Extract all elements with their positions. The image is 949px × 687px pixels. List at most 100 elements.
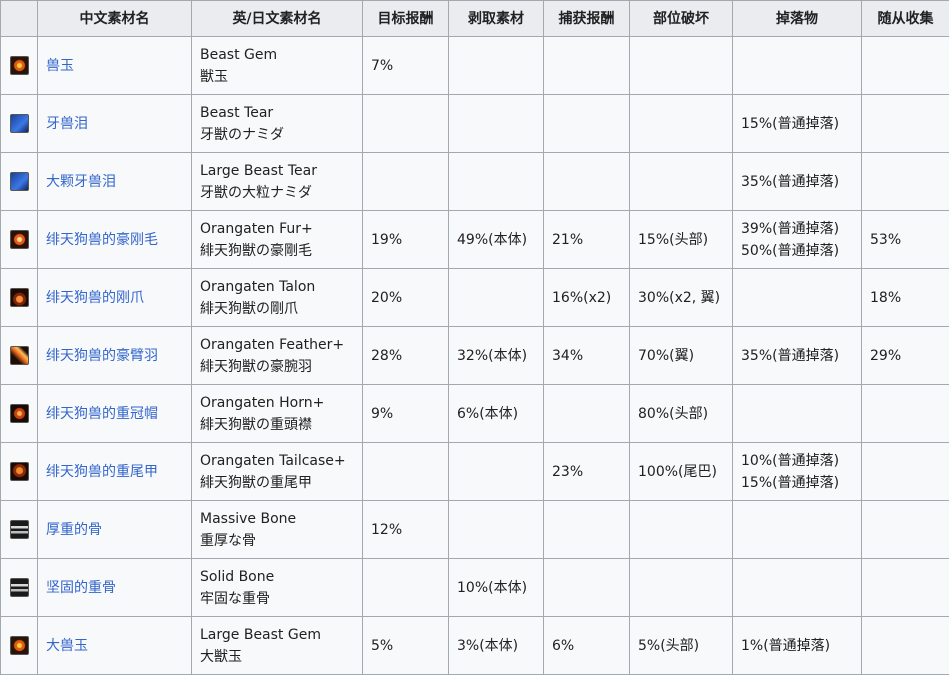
header-capture: 捕获报酬 [543,0,630,37]
material-icon-cell [0,152,38,211]
gem-icon[interactable] [9,56,29,75]
japanese-name: 緋天狗獣の豪腕羽 [200,358,312,375]
break-cell: 70%(翼) [629,326,733,385]
capture-cell [543,500,630,559]
target-reward-cell: 19% [362,210,449,269]
material-icon-cell [0,36,38,95]
feather-icon[interactable] [9,346,29,365]
horn-icon[interactable] [9,404,29,423]
capture-cell: 6% [543,616,630,675]
material-link[interactable]: 兽玉 [46,58,74,74]
material-link[interactable]: 厚重的骨 [46,522,102,538]
material-icon-cell [0,500,38,559]
table-row: 大颗牙兽泪 Large Beast Tear 牙獣の大粒ナミダ 35%(普通掉落) [0,152,949,211]
tear-icon[interactable] [9,172,29,191]
en-jp-name-cell: Orangaten Talon 緋天狗獣の剛爪 [191,268,363,327]
palico-cell [861,152,949,211]
target-reward-cell: 7% [362,36,449,95]
palico-cell: 29% [861,326,949,385]
palico-cell [861,616,949,675]
material-icon-cell [0,558,38,617]
table-row: 绯天狗兽的豪刚毛 Orangaten Fur+ 緋天狗獣の豪剛毛 19% 49%(本体)… [0,210,949,269]
japanese-name: 牙獣の大粒ナミダ [200,184,312,201]
material-link[interactable]: 大颗牙兽泪 [46,174,116,190]
header-drop: 掉落物 [732,0,862,37]
target-reward-cell [362,94,449,153]
palico-cell [861,384,949,443]
target-reward-cell: 9% [362,384,449,443]
material-link[interactable]: 大兽玉 [46,638,88,654]
drop-value: 1%(普通掉落) [741,637,831,654]
carve-cell: 3%(本体) [448,616,544,675]
material-icon-cell [0,384,38,443]
carve-cell [448,94,544,153]
tailcase-icon[interactable] [9,462,29,481]
material-link[interactable]: 绯天狗兽的刚爪 [46,290,144,306]
break-cell: 15%(头部) [629,210,733,269]
palico-cell: 53% [861,210,949,269]
cn-name-cell: 坚固的重骨 [37,558,192,617]
material-icon-cell [0,616,38,675]
en-jp-name-cell: Massive Bone 重厚な骨 [191,500,363,559]
material-link[interactable]: 绯天狗兽的重冠帽 [46,406,158,422]
drop-value: 35%(普通掉落) [741,347,840,364]
bone-icon[interactable] [9,520,29,539]
japanese-name: 牢固な重骨 [200,590,270,607]
japanese-name: 緋天狗獣の重頭襟 [200,416,312,433]
carve-cell [448,500,544,559]
capture-cell [543,384,630,443]
en-jp-name-cell: Beast Tear 牙獣のナミダ [191,94,363,153]
material-link[interactable]: 绯天狗兽的豪臂羽 [46,348,158,364]
japanese-name: 重厚な骨 [200,532,256,549]
drop-cell [732,500,862,559]
en-jp-name-cell: Large Beast Tear 牙獣の大粒ナミダ [191,152,363,211]
bone-icon[interactable] [9,578,29,597]
english-name: Large Beast Tear [200,162,317,179]
english-name: Large Beast Gem [200,626,321,643]
table-row: 坚固的重骨 Solid Bone 牢固な重骨 10%(本体) [0,558,949,617]
cn-name-cell: 大颗牙兽泪 [37,152,192,211]
gem-icon[interactable] [9,636,29,655]
header-icon [0,0,38,37]
drop-cell [732,558,862,617]
target-reward-cell [362,152,449,211]
material-icon-cell [0,210,38,269]
table-row: 绯天狗兽的重冠帽 Orangaten Horn+ 緋天狗獣の重頭襟 9% 6%(本体) 8… [0,384,949,443]
capture-cell: 16%(x2) [543,268,630,327]
header-target-reward: 目标报酬 [362,0,449,37]
material-link[interactable]: 牙兽泪 [46,116,88,132]
claw-icon[interactable] [9,288,29,307]
japanese-name: 牙獣のナミダ [200,126,284,143]
cn-name-cell: 绯天狗兽的刚爪 [37,268,192,327]
table-row: 绯天狗兽的刚爪 Orangaten Talon 緋天狗獣の剛爪 20% 16%(x2) 3… [0,268,949,327]
cn-name-cell: 兽玉 [37,36,192,95]
material-icon-cell [0,268,38,327]
en-jp-name-cell: Orangaten Tailcase+ 緋天狗獣の重尾甲 [191,442,363,501]
material-link[interactable]: 绯天狗兽的重尾甲 [46,464,158,480]
japanese-name: 緋天狗獣の豪剛毛 [200,242,312,259]
english-name: Beast Gem [200,46,278,63]
carve-cell: 32%(本体) [448,326,544,385]
break-cell [629,152,733,211]
break-cell [629,36,733,95]
drop-cell: 10%(普通掉落) 15%(普通掉落) [732,442,862,501]
drop-value: 15%(普通掉落) [741,115,840,132]
drop-value: 50%(普通掉落) [741,242,840,259]
drop-value: 15%(普通掉落) [741,474,840,491]
palico-cell: 18% [861,268,949,327]
palico-cell [861,500,949,559]
tear-icon[interactable] [9,114,29,133]
en-jp-name-cell: Orangaten Horn+ 緋天狗獣の重頭襟 [191,384,363,443]
cn-name-cell: 绯天狗兽的重冠帽 [37,384,192,443]
fur-icon[interactable] [9,230,29,249]
cn-name-cell: 绯天狗兽的重尾甲 [37,442,192,501]
break-cell [629,558,733,617]
drop-cell: 39%(普通掉落) 50%(普通掉落) [732,210,862,269]
table-body: 兽玉 Beast Gem 獣玉 7% 牙兽泪 Beast Tear 牙獣のナミダ 15%(普通… [0,36,949,675]
table-row: 牙兽泪 Beast Tear 牙獣のナミダ 15%(普通掉落) [0,94,949,153]
capture-cell [543,36,630,95]
material-link[interactable]: 坚固的重骨 [46,580,116,596]
material-link[interactable]: 绯天狗兽的豪刚毛 [46,232,158,248]
target-reward-cell: 20% [362,268,449,327]
materials-table: 中文素材名 英/日文素材名 目标报酬 剥取素材 捕获报酬 部位破坏 掉落物 随从… [0,0,949,675]
